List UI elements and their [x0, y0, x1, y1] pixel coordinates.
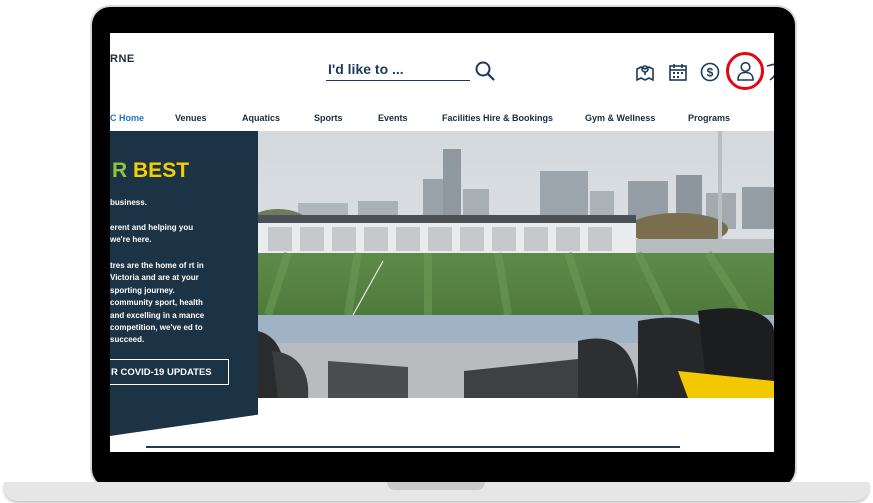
- nav-item-facilities-hire[interactable]: Facilities Hire & Bookings: [442, 113, 553, 123]
- main-nav: C Home Venues Aquatics Sports Events Fac…: [110, 113, 774, 129]
- map-pin-icon[interactable]: [634, 61, 656, 83]
- svg-text:$: $: [707, 66, 714, 80]
- laptop-notch: [387, 482, 485, 490]
- browser-screen: RNE I'd like to ... $ C Home Venues Aqua…: [110, 33, 774, 452]
- nav-item-aquatics[interactable]: Aquatics: [242, 113, 280, 123]
- site-logo[interactable]: RNE: [110, 53, 135, 65]
- hero-panel: R BEST business. erent and helping you w…: [110, 131, 258, 436]
- hero-paragraph-1: business.: [110, 198, 147, 207]
- hero-title-yellow: BEST: [133, 159, 190, 182]
- nav-item-prefix: C: [110, 113, 117, 123]
- search-icon[interactable]: [474, 60, 496, 82]
- covid-updates-label: R COVID-19 UPDATES: [111, 367, 212, 378]
- hero-paragraph-3: tres are the home of rt in Victoria and …: [110, 261, 205, 345]
- covid-updates-button[interactable]: R COVID-19 UPDATES: [110, 359, 229, 385]
- nav-item-sports[interactable]: Sports: [314, 113, 343, 123]
- shield-icon[interactable]: [766, 61, 774, 83]
- hero-stadium-image: [258, 131, 774, 398]
- dollar-icon[interactable]: $: [699, 61, 721, 83]
- nav-item-home[interactable]: C Home: [110, 113, 144, 123]
- profile-button[interactable]: [726, 52, 764, 90]
- nav-item-venues[interactable]: Venues: [175, 113, 207, 123]
- nav-item-label: Home: [119, 113, 145, 123]
- nav-item-programs[interactable]: Programs: [688, 113, 730, 123]
- user-icon: [737, 61, 754, 81]
- nav-item-events[interactable]: Events: [378, 113, 408, 123]
- hero-paragraph-2: erent and helping you we're here.: [110, 223, 194, 245]
- nav-item-gym-wellness[interactable]: Gym & Wellness: [585, 113, 655, 123]
- search-input[interactable]: I'd like to ...: [326, 61, 470, 81]
- calendar-icon[interactable]: [667, 61, 689, 83]
- hero-title-green: R: [112, 159, 128, 182]
- hero-title: R BEST: [112, 159, 189, 183]
- section-divider: [146, 446, 680, 448]
